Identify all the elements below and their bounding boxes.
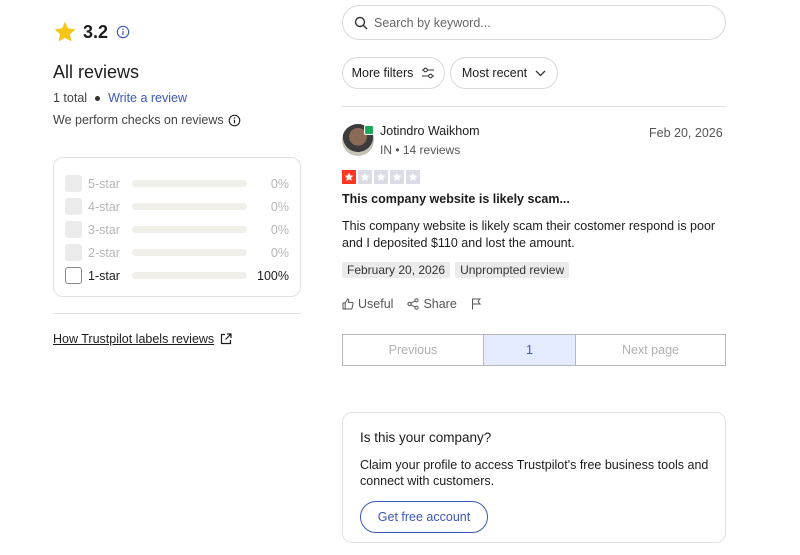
checks-row: We perform checks on reviews [53,113,241,127]
search-icon [354,16,368,29]
company-card-question: Is this your company? [360,430,492,445]
experience-date-tag: February 20, 2026 [342,262,451,278]
star-filter-checkbox[interactable] [65,175,82,192]
page-1-button[interactable]: 1 [483,335,576,365]
info-icon[interactable] [116,25,130,39]
share-button[interactable]: Share [407,297,457,311]
sliders-icon [422,67,435,79]
star-label: 3-star [88,222,120,237]
overall-rating: 3.2 [53,20,130,44]
share-label: Share [423,297,457,311]
distribution-row-4[interactable]: 4-star 0% [65,195,289,218]
write-review-link[interactable]: Write a review [108,91,187,105]
separator-dot [95,95,101,101]
distribution-bar [131,249,248,256]
rating-distribution: 5-star 0% 4-star 0% 3-star 0% 2-star 0% … [53,157,301,297]
next-page-button[interactable]: Next page [576,335,725,365]
useful-label: Useful [358,297,394,311]
unprompted-tag[interactable]: Unprompted review [455,262,570,278]
verified-badge-icon [364,125,374,135]
distribution-bar [131,203,248,210]
distribution-row-3[interactable]: 3-star 0% [65,218,289,241]
report-button[interactable] [471,298,482,310]
review-date: Feb 20, 2026 [649,126,723,140]
star-label: 1-star [88,268,120,283]
distribution-bar [131,180,248,187]
more-filters-label: More filters [351,66,414,80]
search-bar[interactable] [342,5,726,40]
claim-company-card: Is this your company? Claim your profile… [342,412,726,543]
checks-text: We perform checks on reviews [53,113,224,127]
info-icon[interactable] [228,114,241,127]
sort-dropdown[interactable]: Most recent [450,57,558,89]
review-body: This company website is likely scam thei… [342,219,716,250]
star-percent: 0% [270,222,289,237]
star-filter-checkbox[interactable] [65,267,82,284]
get-free-account-button[interactable]: Get free account [360,501,488,533]
external-link-icon [221,333,232,345]
star-filter-checkbox[interactable] [65,221,82,238]
review-tags: February 20, 2026 Unprompted review [342,262,570,278]
distribution-row-1[interactable]: 1-star 100% [65,264,289,287]
review-title[interactable]: This company website is likely scam... [342,192,570,206]
star-icon [406,170,420,184]
more-filters-button[interactable]: More filters [342,57,445,89]
star-icon [342,170,356,184]
thumbs-up-icon [342,298,354,310]
distribution-row-5[interactable]: 5-star 0% [65,172,289,195]
total-row: 1 total Write a review [53,91,187,105]
how-labels-text[interactable]: How Trustpilot labels reviews [53,332,214,346]
review-actions: Useful Share [342,297,482,311]
star-percent: 100% [257,268,289,283]
reviewer-meta: IN • 14 reviews [380,143,461,157]
share-icon [407,298,420,310]
total-count: 1 total [53,91,88,105]
previous-page-button[interactable]: Previous [343,335,483,365]
divider [53,313,301,314]
chevron-down-icon [535,70,546,76]
distribution-bar [131,226,248,233]
star-filter-checkbox[interactable] [65,244,82,261]
star-label: 2-star [88,245,120,260]
star-percent: 0% [270,245,289,260]
distribution-bar [131,272,248,279]
star-icon [390,170,404,184]
star-percent: 0% [270,176,289,191]
pagination: Previous 1 Next page [342,334,726,366]
star-label: 4-star [88,199,120,214]
star-filter-checkbox[interactable] [65,198,82,215]
reviewer-name[interactable]: Jotindro Waikhom [380,124,480,138]
review-star-rating [342,170,420,184]
flag-icon [471,298,481,310]
star-icon [374,170,388,184]
company-card-description: Claim your profile to access Trustpilot'… [360,458,709,488]
star-label: 5-star [88,176,120,191]
all-reviews-heading: All reviews [53,62,140,82]
how-labels-link[interactable]: How Trustpilot labels reviews [53,332,232,346]
rating-value: 3.2 [83,21,109,42]
distribution-row-2[interactable]: 2-star 0% [65,241,289,264]
star-icon [54,21,76,42]
divider [342,106,726,107]
useful-button[interactable]: Useful [342,297,393,311]
star-icon [358,170,372,184]
star-percent: 0% [270,199,289,214]
search-input[interactable] [374,15,694,30]
sort-label: Most recent [461,66,528,80]
